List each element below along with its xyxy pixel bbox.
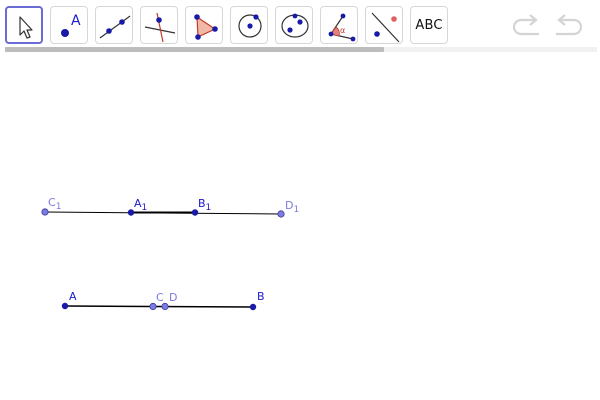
label-b: B	[257, 290, 265, 303]
reflect-tool-button[interactable]	[365, 6, 403, 44]
point-tool-label: A	[71, 13, 81, 29]
text-icon: ABC	[415, 17, 443, 33]
arrow-cursor-icon	[19, 16, 33, 39]
text-tool-button[interactable]: ABC	[410, 6, 448, 44]
perpendicular-line-tool-button[interactable]	[140, 6, 178, 44]
point-d[interactable]	[161, 302, 169, 311]
point-d1[interactable]	[277, 210, 285, 218]
label-a: A	[69, 290, 77, 303]
ellipse-icon	[281, 13, 309, 38]
point-b[interactable]	[249, 303, 257, 311]
undo-icon[interactable]	[513, 12, 545, 40]
label-a1: A1	[134, 197, 147, 213]
reflect-about-line-icon	[371, 12, 400, 43]
graphics-view[interactable]: C1 A1 B1 D1 A C D B	[0, 52, 600, 400]
move-tool-button[interactable]	[5, 6, 43, 44]
line-tool-button[interactable]	[95, 6, 133, 44]
label-d: D	[169, 291, 177, 304]
angle-tool-button[interactable]: α	[320, 6, 358, 44]
redo-icon[interactable]	[550, 12, 582, 40]
point-c1[interactable]	[41, 208, 49, 216]
toolbar: A α ABC	[0, 0, 600, 52]
point-a1[interactable]	[127, 209, 135, 216]
line-icon	[99, 15, 131, 39]
label-c: C	[156, 291, 164, 304]
segment-a-b[interactable]	[64, 305, 254, 308]
circle-tool-button[interactable]	[230, 6, 268, 44]
point-c[interactable]	[149, 302, 157, 311]
point-b1[interactable]	[191, 209, 199, 216]
ellipse-tool-button[interactable]	[275, 6, 313, 44]
point-a[interactable]	[61, 302, 69, 310]
circle-with-center-icon	[238, 14, 262, 38]
angle-tool-label: α	[340, 26, 345, 35]
point-icon: A	[61, 13, 81, 37]
perpendicular-line-icon	[144, 12, 176, 43]
label-d1: D1	[285, 199, 299, 215]
polygon-tool-button[interactable]	[185, 6, 223, 44]
angle-icon: α	[328, 13, 356, 42]
label-c1: C1	[48, 196, 61, 212]
polygon-icon	[194, 14, 218, 40]
label-b1: B1	[198, 197, 211, 213]
point-tool-button[interactable]: A	[50, 6, 88, 44]
